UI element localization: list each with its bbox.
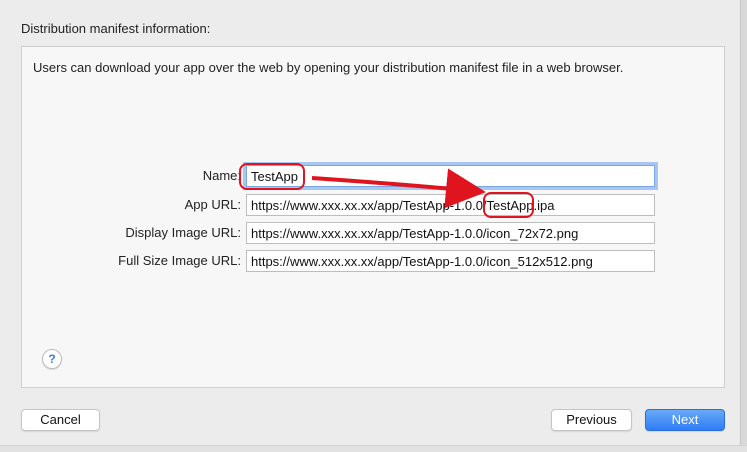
full-size-image-url-label: Full Size Image URL: xyxy=(118,253,241,268)
name-field[interactable]: TestApp xyxy=(246,165,655,187)
name-row: Name: TestApp xyxy=(22,165,726,187)
next-button[interactable]: Next xyxy=(645,409,725,431)
full-size-image-url-field[interactable]: https://www.xxx.xx.xx/app/TestApp-1.0.0/… xyxy=(246,250,655,272)
display-image-url-row: Display Image URL: https://www.xxx.xx.xx… xyxy=(22,222,726,244)
full-size-image-url-row: Full Size Image URL: https://www.xxx.xx.… xyxy=(22,250,726,272)
app-url-field[interactable]: https://www.xxx.xx.xx/app/TestApp-1.0.0/… xyxy=(246,194,655,216)
cancel-button[interactable]: Cancel xyxy=(21,409,100,431)
app-url-row: App URL: https://www.xxx.xx.xx/app/TestA… xyxy=(22,194,726,216)
section-title: Distribution manifest information: xyxy=(21,21,211,36)
help-button[interactable]: ? xyxy=(42,349,62,369)
window-edge xyxy=(740,0,747,452)
previous-button[interactable]: Previous xyxy=(551,409,632,431)
panel-description: Users can download your app over the web… xyxy=(33,60,624,75)
manifest-panel: Users can download your app over the web… xyxy=(21,46,725,388)
display-image-url-label: Display Image URL: xyxy=(125,225,241,240)
name-label: Name: xyxy=(202,168,241,183)
app-url-label: App URL: xyxy=(184,197,241,212)
window-bottom-edge xyxy=(0,445,747,452)
display-image-url-field[interactable]: https://www.xxx.xx.xx/app/TestApp-1.0.0/… xyxy=(246,222,655,244)
